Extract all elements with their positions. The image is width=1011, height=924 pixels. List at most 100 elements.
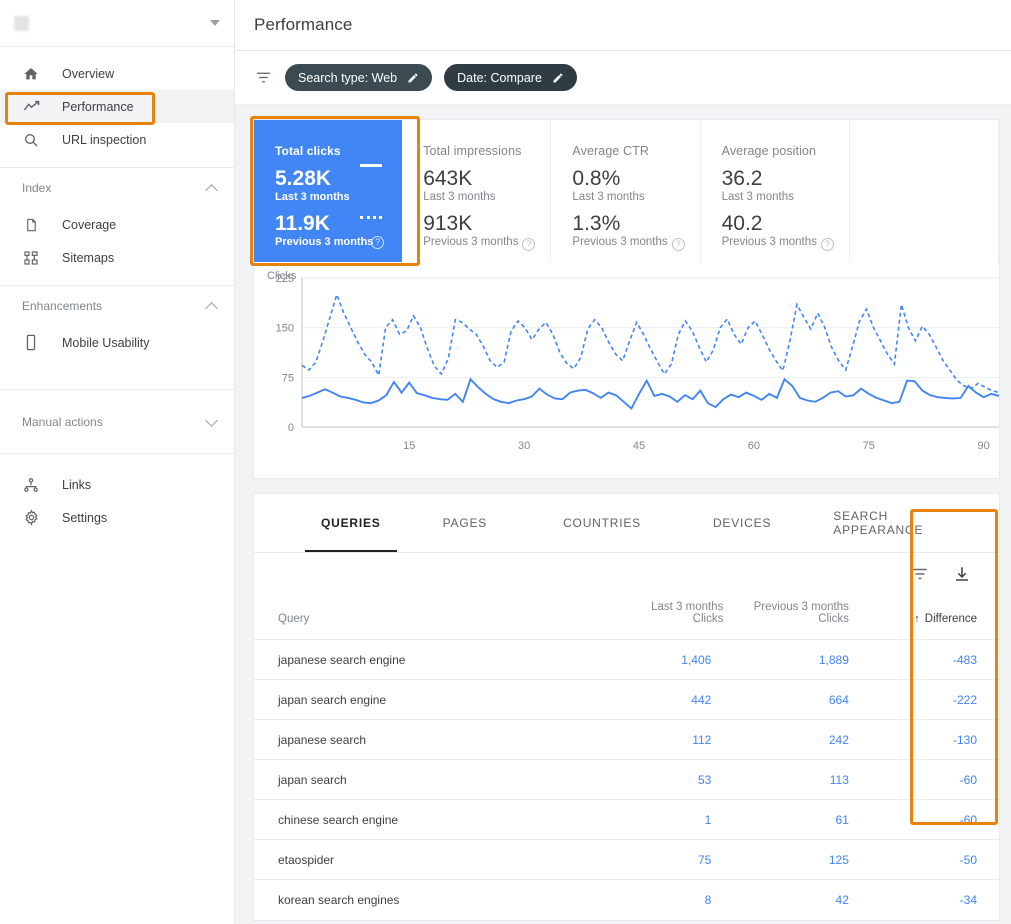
metric-label: Average position — [721, 144, 817, 158]
cell-previous-clicks: 664 — [723, 679, 865, 720]
metric-current-period: Last 3 months — [721, 191, 794, 204]
mobile-icon — [22, 334, 40, 352]
help-icon[interactable]: ? — [820, 238, 834, 251]
top-bar: Performance — [235, 0, 1011, 51]
tab-search-appearance[interactable]: SEARCH APPEARANCE — [807, 494, 999, 552]
metric-label: Total impressions — [423, 144, 522, 158]
metric-card-total-clicks[interactable]: Total clicks 5.28K Last 3 months 11.9K P… — [254, 120, 403, 262]
cell-current-clicks: 112 — [596, 719, 724, 760]
chevron-down-icon[interactable] — [205, 413, 218, 427]
table-row[interactable]: japan search 53 113 -60 — [254, 759, 999, 800]
trending-up-icon — [22, 98, 40, 116]
sidebar: Overview Performance URL inspection Inde… — [0, 0, 235, 924]
sidebar-item-sitemaps[interactable]: Sitemaps — [0, 241, 234, 274]
chevron-up-icon[interactable] — [205, 183, 218, 197]
content: Total clicks 5.28K Last 3 months 11.9K P… — [235, 105, 1011, 921]
chevron-up-icon[interactable] — [205, 301, 218, 315]
cell-difference: -222 — [864, 679, 999, 720]
chip-date[interactable]: Date: Compare — [444, 64, 577, 91]
metric-card-average-position[interactable]: Average position 36.2 Last 3 months 40.2… — [701, 120, 850, 262]
help-icon[interactable]: ? — [671, 238, 685, 251]
cell-difference: -34 — [864, 879, 999, 920]
sidebar-group-manual-actions[interactable]: Manual actions — [0, 402, 234, 442]
property-favicon — [14, 15, 29, 31]
table-row[interactable]: etaospider 75 125 -50 — [254, 839, 999, 880]
metric-current-value: 643K — [423, 167, 473, 190]
chip-search-type[interactable]: Search type: Web — [285, 64, 433, 91]
svg-text:30: 30 — [518, 440, 530, 452]
filter-icon[interactable] — [911, 565, 929, 583]
column-header-query[interactable]: Query — [254, 595, 597, 640]
divider — [0, 389, 234, 390]
divider — [0, 453, 234, 454]
cell-previous-clicks: 125 — [723, 839, 865, 880]
table-row[interactable]: japanese search engine 1,406 1,889 -483 — [254, 639, 999, 680]
sidebar-item-label: Links — [62, 477, 92, 492]
sidebar-item-settings[interactable]: Settings — [0, 501, 234, 534]
performance-chart: Clicks 0 75 150 225 15 30 45 60 75 90 — [253, 262, 1000, 479]
sidebar-item-coverage[interactable]: Coverage — [0, 208, 234, 241]
sidebar-item-mobile-usability[interactable]: Mobile Usability — [0, 326, 234, 359]
sidebar-item-label: Settings — [62, 510, 108, 525]
svg-text:45: 45 — [633, 440, 645, 452]
cell-previous-clicks: 61 — [723, 799, 865, 840]
table-row[interactable]: korean search engines 8 42 -34 — [254, 879, 999, 920]
metric-card-total-impressions[interactable]: Total impressions 643K Last 3 months 913… — [402, 120, 552, 262]
chart-y-axis-label: Clicks — [267, 270, 297, 282]
sidebar-item-performance[interactable]: Performance — [0, 90, 234, 123]
metric-previous-value: 1.3% — [572, 212, 621, 236]
cell-previous-clicks: 242 — [723, 719, 865, 760]
chevron-down-icon[interactable] — [210, 20, 220, 26]
table-header: Query Last 3 months Clicks Previous 3 mo… — [254, 595, 999, 640]
column-header-current[interactable]: Last 3 months Clicks — [597, 595, 723, 640]
sidebar-group-index[interactable]: Index — [0, 168, 234, 208]
sidebar-item-url-inspection[interactable]: URL inspection — [0, 123, 234, 156]
metric-current-value: 36.2 — [721, 167, 763, 190]
primary-nav: Overview Performance URL inspection Inde… — [0, 47, 234, 534]
queries-table: Query Last 3 months Clicks Previous 3 mo… — [254, 595, 999, 920]
svg-text:75: 75 — [282, 372, 294, 384]
table-row[interactable]: japanese search 112 242 -130 — [254, 719, 999, 760]
tab-devices[interactable]: DEVICES — [677, 494, 807, 552]
tab-pages[interactable]: PAGES — [403, 494, 527, 552]
sidebar-item-links[interactable]: Links — [0, 468, 234, 501]
cell-current-clicks: 442 — [596, 679, 724, 720]
cell-current-clicks: 1 — [596, 799, 724, 840]
table-row[interactable]: chinese search engine 1 61 -60 — [254, 799, 999, 840]
sidebar-item-overview[interactable]: Overview — [0, 57, 234, 90]
metric-card-empty — [850, 120, 1000, 262]
svg-text:15: 15 — [403, 440, 415, 452]
table-toolbar — [254, 553, 999, 595]
page-title: Performance — [254, 15, 353, 34]
dimension-table: QUERIES PAGES COUNTRIES DEVICES SEARCH A… — [253, 493, 1000, 921]
sidebar-group-label: Index — [22, 181, 52, 195]
metric-current-period: Last 3 months — [423, 191, 496, 204]
chart-canvas: 07515022515 30 45 60 75 90 — [276, 273, 1000, 452]
sidebar-item-label: Overview — [62, 66, 115, 81]
cell-difference: -483 — [864, 639, 999, 680]
cell-previous-clicks: 113 — [723, 759, 865, 800]
legend-dashed-line — [360, 216, 383, 219]
tab-queries[interactable]: QUERIES — [299, 494, 403, 552]
download-icon[interactable] — [953, 565, 971, 583]
metric-card-average-ctr[interactable]: Average CTR 0.8% Last 3 months 1.3% Prev… — [551, 120, 701, 262]
cell-query: japan search engine — [254, 679, 597, 720]
metric-label: Average CTR — [572, 144, 650, 158]
sidebar-group-enhancements[interactable]: Enhancements — [0, 286, 234, 326]
property-selector[interactable] — [0, 0, 234, 47]
help-icon[interactable]: ? — [522, 238, 536, 251]
cell-previous-clicks: 42 — [723, 879, 865, 920]
table-row[interactable]: japan search engine 442 664 -222 — [254, 679, 999, 720]
cell-difference: -60 — [864, 799, 999, 840]
metric-previous-period: Previous 3 months — [572, 236, 668, 249]
column-header-previous[interactable]: Previous 3 months Clicks — [723, 595, 865, 640]
metric-label: Total clicks — [275, 144, 341, 158]
document-icon — [22, 216, 40, 234]
legend-solid-line — [360, 164, 383, 167]
filter-icon[interactable] — [253, 68, 273, 88]
column-header-difference[interactable]: ↑ Difference — [865, 595, 999, 640]
tab-countries[interactable]: COUNTRIES — [527, 494, 677, 552]
svg-text:60: 60 — [748, 440, 760, 452]
search-console-app: Overview Performance URL inspection Inde… — [0, 0, 1011, 924]
cell-difference: -50 — [864, 839, 999, 880]
